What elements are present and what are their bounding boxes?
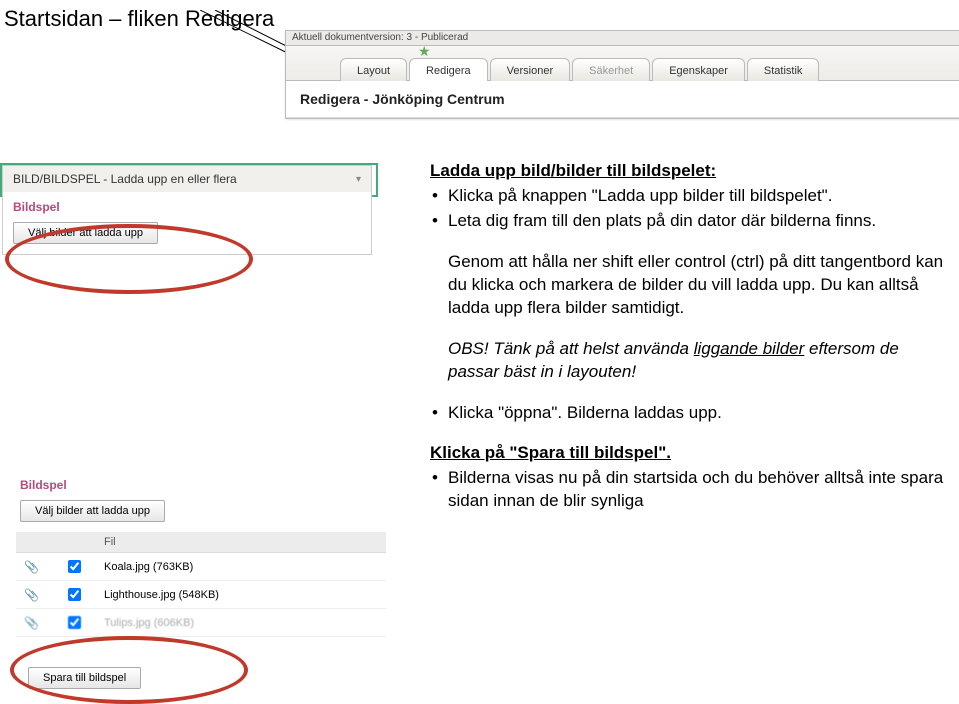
tab-statistik[interactable]: Statistik: [747, 58, 820, 81]
upload-button[interactable]: Välj bilder att ladda upp: [20, 500, 165, 522]
tab-sakerhet[interactable]: Säkerhet: [572, 58, 650, 81]
save-to-slideshow-button[interactable]: Spara till bildspel: [28, 667, 141, 689]
panel-collapse-icon[interactable]: ▾: [356, 174, 361, 185]
instructions-note: OBS! Tänk på att helst använda liggande …: [448, 338, 950, 384]
file-name: Koala.jpg (763KB): [96, 553, 386, 581]
paperclip-icon: 📎: [24, 560, 39, 574]
file-name: Lighthouse.jpg (548KB): [96, 581, 386, 609]
file-checkbox[interactable]: [68, 616, 81, 629]
list-item: Klicka på knappen "Ladda upp bilder till…: [430, 185, 950, 208]
tab-versioner[interactable]: Versioner: [490, 58, 570, 81]
tab-egenskaper[interactable]: Egenskaper: [652, 58, 745, 81]
list-item: Bilderna visas nu på din startsida och d…: [430, 467, 950, 513]
col-file: Fil: [96, 532, 386, 553]
file-checkbox[interactable]: [68, 588, 81, 601]
panel-upload-2: Bildspel Välj bilder att ladda upp Fil 📎…: [16, 470, 386, 689]
table-row: 📎 Tulips.jpg (606KB): [16, 609, 386, 637]
paperclip-icon: 📎: [24, 588, 39, 602]
document-version-bar: Aktuell dokumentversion: 3 - Publicerad: [286, 31, 959, 46]
file-checkbox[interactable]: [68, 560, 81, 573]
panel-subheading: Bildspel: [16, 470, 386, 498]
list-item: Klicka "öppna". Bilderna laddas upp.: [430, 402, 950, 425]
instructions-heading-2: Klicka på "Spara till bildspel".: [430, 442, 950, 465]
table-row: 📎 Lighthouse.jpg (548KB): [16, 581, 386, 609]
panel-upload-1: BILD/BILDSPEL - Ladda upp en eller flera…: [2, 165, 372, 255]
tabs-row: ★ Layout Redigera Versioner Säkerhet Ege…: [286, 46, 959, 81]
panel-title-text: BILD/BILDSPEL - Ladda upp en eller flera: [13, 172, 237, 186]
panel-title: BILD/BILDSPEL - Ladda upp en eller flera…: [2, 165, 372, 192]
file-list-table: Fil 📎 Koala.jpg (763KB) 📎 Lighthouse.jpg…: [16, 532, 386, 637]
paperclip-icon: 📎: [24, 616, 39, 630]
instructions-heading: Ladda upp bild/bilder till bildspelet:: [430, 160, 950, 183]
tab-layout[interactable]: Layout: [340, 58, 407, 81]
table-row: 📎 Koala.jpg (763KB): [16, 553, 386, 581]
col-attach: [16, 532, 56, 553]
cms-top-bar: Aktuell dokumentversion: 3 - Publicerad …: [285, 30, 959, 119]
list-item: Leta dig fram till den plats på din dato…: [430, 210, 950, 233]
instructions-paragraph: Genom att hålla ner shift eller control …: [448, 251, 950, 320]
upload-button[interactable]: Välj bilder att ladda upp: [13, 222, 158, 244]
instructions-block: Ladda upp bild/bilder till bildspelet: K…: [430, 160, 950, 531]
edit-header: Redigera - Jönköping Centrum: [286, 81, 959, 118]
col-check: [56, 532, 96, 553]
panel-subheading: Bildspel: [3, 192, 371, 220]
file-name: Tulips.jpg (606KB): [96, 609, 386, 637]
page-title: Startsidan – fliken Redigera: [0, 0, 959, 32]
tab-redigera[interactable]: Redigera: [409, 58, 488, 81]
